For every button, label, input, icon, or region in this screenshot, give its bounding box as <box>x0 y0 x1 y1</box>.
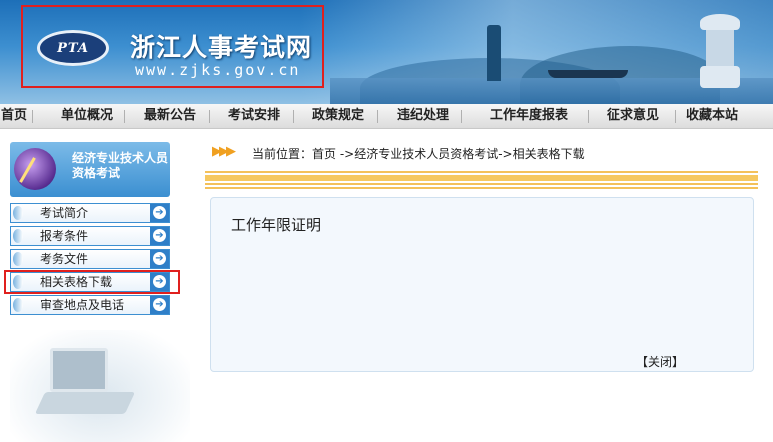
nav-divider <box>124 110 125 123</box>
nav-divider <box>675 110 676 123</box>
bullet-icon <box>13 298 23 312</box>
main-nav: 首页 单位概况 最新公告 考试安排 政策规定 违纪处理 工作年度报表 征求意见 … <box>0 104 773 129</box>
nav-unit-overview[interactable]: 单位概况 <box>61 104 113 128</box>
nav-policies[interactable]: 政策规定 <box>312 104 364 128</box>
nav-violations[interactable]: 违纪处理 <box>397 104 449 128</box>
arrow-right-icon[interactable]: ➔ <box>150 296 169 314</box>
nav-divider <box>293 110 294 123</box>
breadcrumb: ▶▶▶ 当前位置：首页 ->经济专业技术人员资格考试->相关表格下载 <box>205 137 758 167</box>
content-panel: 工作年限证明 【关闭】 <box>210 197 754 372</box>
nav-feedback[interactable]: 征求意见 <box>607 104 659 128</box>
sidebar-item-exam-documents[interactable]: 考务文件 ➔ <box>10 249 170 269</box>
decorative-stripe <box>205 171 758 190</box>
sidebar-item-label: 审查地点及电话 <box>40 298 125 312</box>
page-title: 工作年限证明 <box>231 216 322 234</box>
site-url: www.zjks.gov.cn <box>135 61 301 79</box>
pta-logo-icon[interactable]: PTA <box>37 30 109 66</box>
sidebar-item-review-locations[interactable]: 审查地点及电话 ➔ <box>10 295 170 315</box>
nav-divider <box>377 110 378 123</box>
arrow-right-icon[interactable]: ➔ <box>150 250 169 268</box>
nav-latest-notices[interactable]: 最新公告 <box>144 104 196 128</box>
nav-divider <box>32 110 33 123</box>
arrow-right-icon[interactable]: ➔ <box>150 227 169 245</box>
pagoda-image <box>487 25 501 81</box>
sidebar-heading-text: 经济专业技术人员资格考试 <box>72 151 169 180</box>
selected-item-highlight <box>4 270 180 294</box>
nav-bookmark[interactable]: 收藏本站 <box>686 104 738 128</box>
nav-divider <box>461 110 462 123</box>
nav-divider <box>588 110 589 123</box>
bullet-icon <box>13 206 23 220</box>
sidebar-heading: 经济专业技术人员资格考试 <box>10 142 170 197</box>
bullet-icon <box>13 252 23 266</box>
site-title: 浙江人事考试网 <box>130 33 313 62</box>
sidebar-item-exam-intro[interactable]: 考试简介 ➔ <box>10 203 170 223</box>
bullet-icon <box>13 229 23 243</box>
nav-divider <box>209 110 210 123</box>
nav-exam-schedule[interactable]: 考试安排 <box>228 104 280 128</box>
breadcrumb-text[interactable]: 当前位置：首页 ->经济专业技术人员资格考试->相关表格下载 <box>252 145 585 162</box>
sidebar-item-requirements[interactable]: 报考条件 ➔ <box>10 226 170 246</box>
sidebar-item-label: 报考条件 <box>40 229 89 243</box>
site-banner: PTA 浙江人事考试网 www.zjks.gov.cn <box>0 0 773 104</box>
boat-image <box>548 70 628 78</box>
sidebar-item-label: 考试简介 <box>40 206 89 220</box>
nav-annual-report[interactable]: 工作年度报表 <box>490 104 568 128</box>
sidebar-item-label: 考务文件 <box>40 252 89 266</box>
pen-emblem-icon <box>14 148 56 190</box>
logo-highlight-box: PTA 浙江人事考试网 www.zjks.gov.cn <box>21 5 324 88</box>
logo-text: PTA <box>57 40 89 56</box>
stone-lantern-image <box>700 14 740 94</box>
computer-decoration-image <box>10 330 190 442</box>
close-link[interactable]: 【关闭】 <box>636 353 684 370</box>
nav-home[interactable]: 首页 <box>1 104 27 128</box>
arrow-right-icon[interactable]: ➔ <box>150 204 169 222</box>
triple-arrow-icon: ▶▶▶ <box>212 144 236 159</box>
